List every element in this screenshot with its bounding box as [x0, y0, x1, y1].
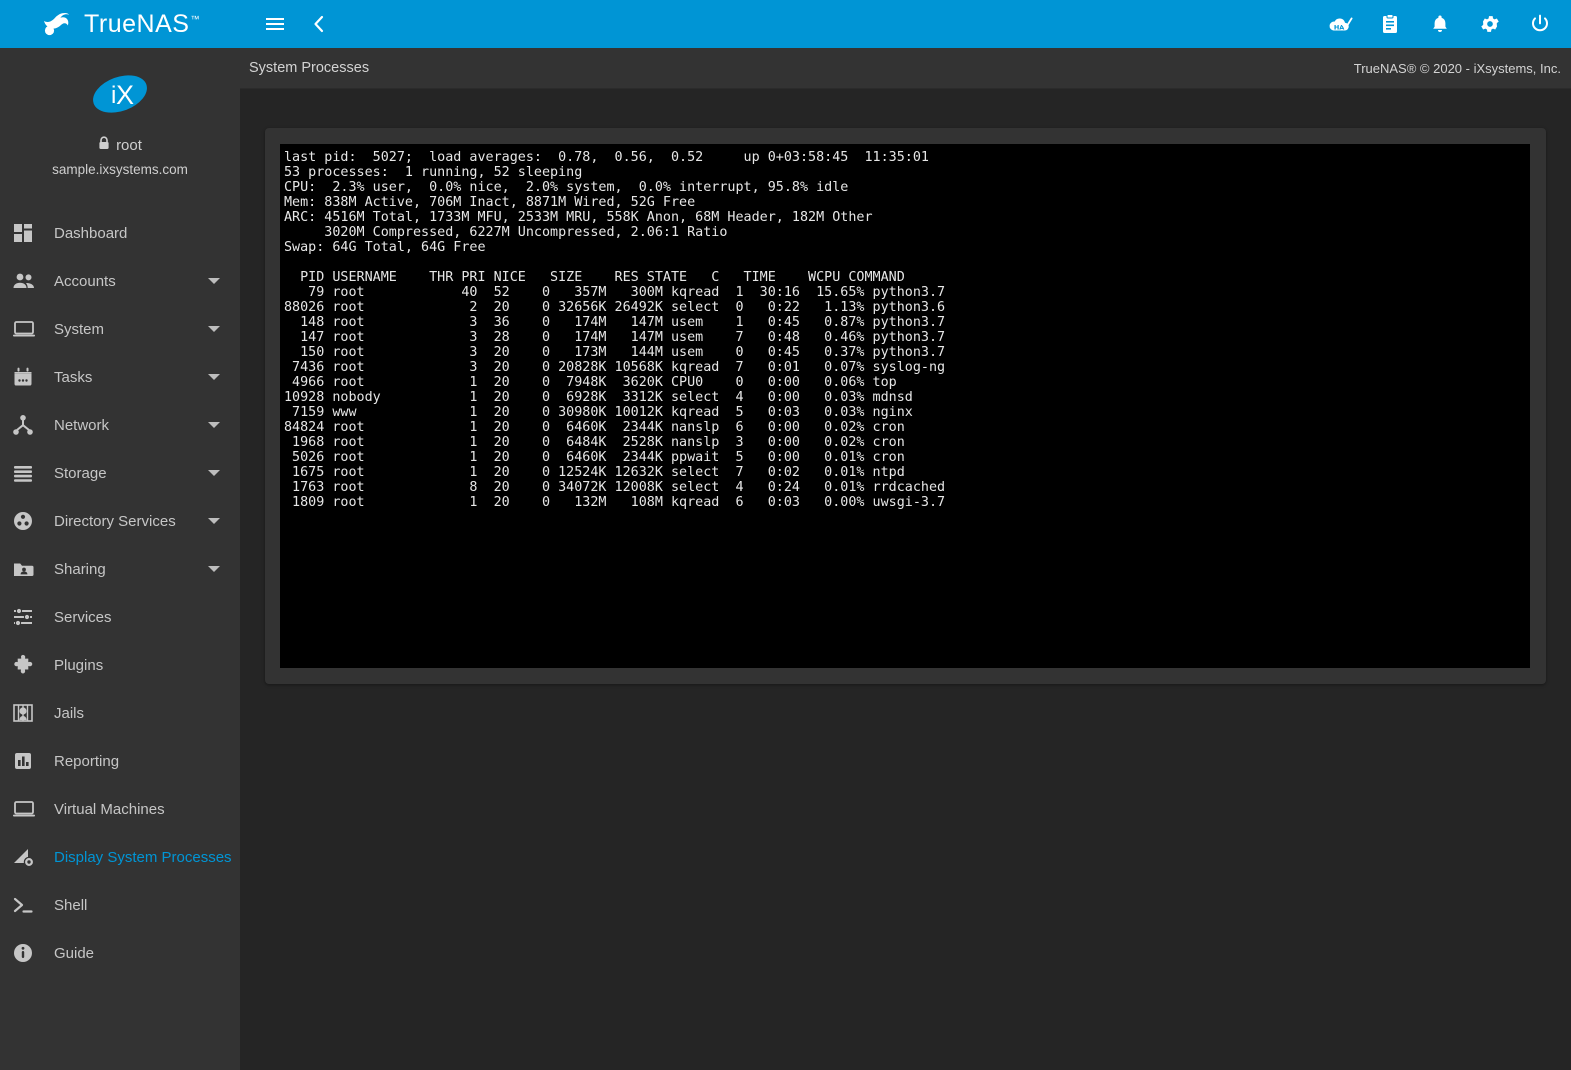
sidebar-item-plugins[interactable]: Plugins [0, 641, 240, 689]
chevron-down-icon[interactable] [208, 422, 220, 428]
svg-text:X: X [116, 80, 134, 110]
top-app-bar: TrueNAS™ HA [0, 0, 1571, 48]
sidebar-item-label: Directory Services [54, 512, 176, 530]
sidebar-item-shell[interactable]: Shell [0, 881, 240, 929]
sidebar-item-services[interactable]: Services [0, 593, 240, 641]
sidebar-item-system[interactable]: System [0, 305, 240, 353]
power-icon[interactable] [1527, 11, 1553, 37]
processes-gear-icon [12, 845, 48, 869]
sidebar-item-directory-services[interactable]: Directory Services [0, 497, 240, 545]
sidebar-item-reporting[interactable]: Reporting [0, 737, 240, 785]
people-icon [12, 269, 48, 293]
sidebar-item-label: Tasks [54, 368, 93, 386]
directory-services-icon [12, 509, 48, 533]
ha-cloud-check-icon[interactable]: HA [1327, 11, 1353, 37]
ix-systems-logo: i X [89, 70, 151, 118]
hamburger-menu-icon[interactable] [262, 11, 288, 37]
chevron-left-icon[interactable] [306, 11, 332, 37]
sidebar-header: i X root sample.ixsystems.com [0, 48, 240, 187]
chevron-down-icon[interactable] [208, 566, 220, 572]
sidebar-item-guide[interactable]: Guide [0, 929, 240, 977]
copyright-label: TrueNAS® © 2020 - iXsystems, Inc. [1353, 60, 1561, 76]
brand-logo-area: TrueNAS™ [0, 0, 240, 48]
system-processes-card: last pid: 5027; load averages: 0.78, 0.5… [265, 128, 1546, 684]
sidebar-item-label: Storage [54, 464, 107, 482]
hostname-label: sample.ixsystems.com [52, 162, 188, 177]
topbar-left-controls [262, 11, 332, 37]
brand-name: TrueNAS™ [84, 9, 200, 38]
sidebar-nav: Dashboard Accounts System Tasks Network … [0, 209, 240, 977]
sidebar-item-network[interactable]: Network [0, 401, 240, 449]
truenas-logo-icon [40, 7, 74, 41]
sliders-icon [12, 605, 48, 629]
sidebar-item-dashboard[interactable]: Dashboard [0, 209, 240, 257]
sidebar-item-label: Jails [54, 704, 85, 722]
storage-stack-icon [12, 461, 48, 485]
sidebar-item-label: Display System Processes [54, 848, 232, 866]
chevron-down-icon[interactable] [208, 470, 220, 476]
sidebar-item-label: Dashboard [54, 224, 128, 242]
puzzle-piece-icon [12, 653, 48, 677]
sidebar-item-storage[interactable]: Storage [0, 449, 240, 497]
lock-icon [98, 136, 110, 154]
jail-cell-icon [12, 701, 48, 725]
sidebar-item-label: Reporting [54, 752, 120, 770]
network-nodes-icon [12, 413, 48, 437]
clipboard-icon[interactable] [1377, 11, 1403, 37]
sidebar-item-label: Accounts [54, 272, 116, 290]
dashboard-icon [12, 221, 48, 245]
sidebar-item-label: Virtual Machines [54, 800, 165, 818]
breadcrumb-bar: System Processes TrueNAS® © 2020 - iXsys… [240, 48, 1571, 89]
sidebar-item-display-system-processes[interactable]: Display System Processes [0, 833, 240, 881]
chevron-down-icon[interactable] [208, 278, 220, 284]
sidebar-item-label: Guide [54, 944, 95, 962]
sidebar-item-label: Sharing [54, 560, 106, 578]
chevron-down-icon[interactable] [208, 518, 220, 524]
sidebar-item-label: Network [54, 416, 110, 434]
sidebar-item-label: Services [54, 608, 112, 626]
folder-share-icon [12, 557, 48, 581]
sidebar-item-accounts[interactable]: Accounts [0, 257, 240, 305]
sidebar: i X root sample.ixsystems.com Dashboard [0, 48, 240, 1070]
topbar-right-controls: HA [1327, 0, 1553, 48]
sidebar-item-label: Plugins [54, 656, 104, 674]
sidebar-item-tasks[interactable]: Tasks [0, 353, 240, 401]
sidebar-item-label: Shell [54, 896, 88, 914]
info-circle-icon [12, 941, 48, 965]
chevron-down-icon[interactable] [208, 374, 220, 380]
chevron-down-icon[interactable] [208, 326, 220, 332]
bell-icon[interactable] [1427, 11, 1453, 37]
username-label: root [116, 136, 142, 154]
sidebar-item-jails[interactable]: Jails [0, 689, 240, 737]
laptop-icon [12, 317, 48, 341]
top-output-terminal[interactable]: last pid: 5027; load averages: 0.78, 0.5… [280, 144, 1530, 668]
main-content: System Processes TrueNAS® © 2020 - iXsys… [240, 48, 1571, 1070]
terminal-text: last pid: 5027; load averages: 0.78, 0.5… [284, 150, 946, 510]
sidebar-item-virtual-machines[interactable]: Virtual Machines [0, 785, 240, 833]
terminal-prompt-icon [12, 893, 48, 917]
gear-icon[interactable] [1477, 11, 1503, 37]
breadcrumb: System Processes [249, 60, 370, 76]
sidebar-item-sharing[interactable]: Sharing [0, 545, 240, 593]
bar-chart-icon [12, 749, 48, 773]
logged-in-user: root [0, 136, 240, 154]
sidebar-item-label: System [54, 320, 105, 338]
calendar-icon [12, 365, 48, 389]
monitor-icon [12, 797, 48, 821]
